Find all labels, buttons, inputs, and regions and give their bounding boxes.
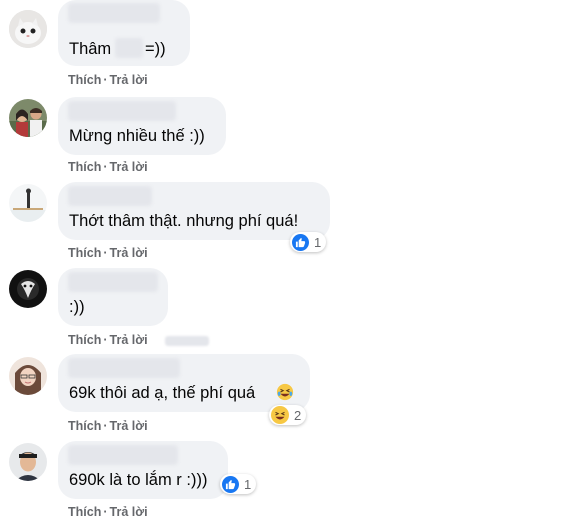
reaction-count[interactable]: 1 bbox=[290, 232, 327, 252]
comment-text: :)) bbox=[69, 298, 85, 316]
comment-bubble: :)) bbox=[58, 268, 168, 326]
comment-actions: Thích · Trả lời bbox=[68, 333, 148, 347]
haha-icon bbox=[271, 406, 289, 424]
like-action[interactable]: Thích bbox=[68, 505, 101, 519]
separator: · bbox=[103, 73, 108, 87]
separator: · bbox=[103, 333, 108, 347]
avatar[interactable] bbox=[9, 10, 47, 48]
like-action[interactable]: Thích bbox=[68, 73, 101, 87]
blurred-author-name bbox=[68, 3, 160, 23]
comment-actions: Thích · Trả lời bbox=[68, 246, 148, 260]
faded-timestamp bbox=[165, 336, 209, 346]
blurred-author-name bbox=[68, 358, 180, 378]
avatar[interactable] bbox=[9, 184, 47, 222]
comment-actions: Thích · Trả lời bbox=[68, 505, 148, 519]
blurred-author-name bbox=[68, 186, 152, 206]
blurred-author-name bbox=[68, 272, 158, 292]
comment-text: Mừng nhiều thế :)) bbox=[69, 127, 205, 145]
reaction-count[interactable]: 1 bbox=[220, 474, 257, 494]
separator: · bbox=[103, 505, 108, 519]
comment-text: Thớt thâm thật. nhưng phí quá! bbox=[69, 212, 299, 230]
comment-bubble: 690k là to lắm r :))) bbox=[58, 441, 228, 499]
reply-action[interactable]: Trả lời bbox=[110, 333, 148, 347]
comment-bubble: Thớt thâm thật. nhưng phí quá! bbox=[58, 182, 330, 240]
reaction-count[interactable]: 2 bbox=[269, 405, 307, 425]
reply-action[interactable]: Trả lời bbox=[110, 160, 148, 174]
laughing-emoji bbox=[276, 383, 294, 401]
comment-bubble: Mừng nhiều thế :)) bbox=[58, 97, 226, 155]
reaction-number: 2 bbox=[294, 407, 302, 423]
avatar[interactable] bbox=[9, 270, 47, 308]
comment-actions: Thích · Trả lời bbox=[68, 160, 148, 174]
blurred-author-name bbox=[68, 445, 178, 465]
avatar[interactable] bbox=[9, 99, 47, 137]
comment-text: 69k thôi ad ạ, thế phí quá bbox=[69, 384, 256, 402]
comment-text-end: =)) bbox=[145, 40, 166, 58]
comment-actions: Thích · Trả lời bbox=[68, 419, 148, 433]
reaction-number: 1 bbox=[244, 476, 252, 492]
comment-bubble: 69k thôi ad ạ, thế phí quá bbox=[58, 354, 310, 412]
blurred-author-name bbox=[68, 101, 176, 121]
reply-action[interactable]: Trả lời bbox=[110, 419, 148, 433]
reaction-number: 1 bbox=[314, 234, 322, 250]
avatar[interactable] bbox=[9, 443, 47, 481]
redacted-word bbox=[115, 38, 143, 58]
like-action[interactable]: Thích bbox=[68, 160, 101, 174]
comment-text: Thâm bbox=[69, 40, 112, 58]
avatar[interactable] bbox=[9, 357, 47, 395]
reply-action[interactable]: Trả lời bbox=[110, 246, 148, 260]
comment-text: 690k là to lắm r :))) bbox=[69, 471, 208, 489]
separator: · bbox=[103, 419, 108, 433]
like-action[interactable]: Thích bbox=[68, 333, 101, 347]
separator: · bbox=[103, 160, 108, 174]
comment-actions: Thích · Trả lời bbox=[68, 73, 148, 87]
like-action[interactable]: Thích bbox=[68, 246, 101, 260]
reply-action[interactable]: Trả lời bbox=[110, 73, 148, 87]
like-action[interactable]: Thích bbox=[68, 419, 101, 433]
like-icon bbox=[222, 475, 239, 493]
separator: · bbox=[103, 246, 108, 260]
like-icon bbox=[292, 233, 309, 251]
comment-bubble: Thâm =)) bbox=[58, 0, 190, 66]
reply-action[interactable]: Trả lời bbox=[110, 505, 148, 519]
